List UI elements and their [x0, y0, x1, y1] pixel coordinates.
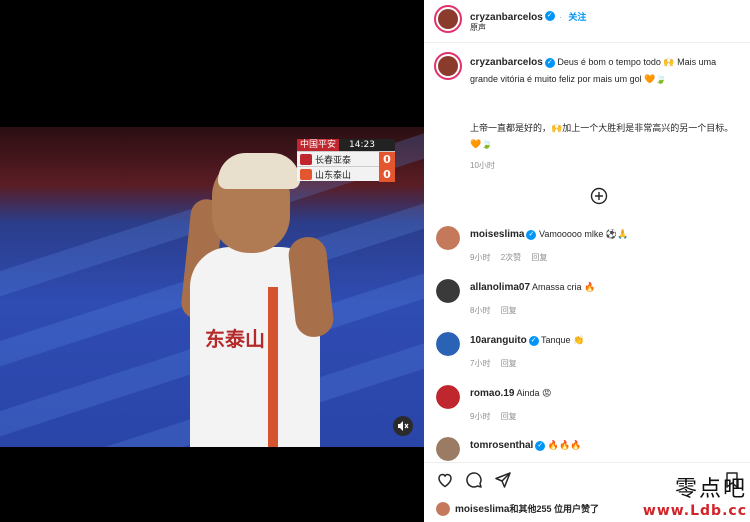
- scoreboard: 中国平安 14:23 长春亚泰 0 山东泰山 0: [297, 139, 395, 182]
- comment-icon: [466, 472, 482, 488]
- comment: 10aranguito ✓ Tanque 👏: [470, 332, 584, 349]
- load-more-comments-button[interactable]: [590, 187, 608, 205]
- liker-username[interactable]: moiseslima: [455, 504, 509, 515]
- team-score: 0: [379, 166, 395, 182]
- team-name: 山东泰山: [315, 170, 352, 181]
- liker-avatar[interactable]: [436, 502, 450, 516]
- comment-text: Amassa cria 🔥: [532, 282, 596, 292]
- mute-button[interactable]: [393, 416, 413, 436]
- divider: [424, 462, 750, 463]
- commenter-avatar[interactable]: [436, 385, 460, 409]
- comment: moiseslima ✓ Vamooooo mlke ⚽🙏: [470, 226, 628, 243]
- heart-icon: [438, 473, 452, 488]
- team-name: 长春亚泰: [315, 155, 352, 166]
- scoreboard-row: 山东泰山 0: [297, 166, 395, 182]
- caption-translation: 上帝一直都是好的，🙌加上一个大胜利是非常高兴的另一个目标。 🧡🍃: [470, 123, 734, 149]
- caption-time: 10小时: [470, 161, 495, 170]
- send-icon: [495, 472, 511, 488]
- reply-button[interactable]: 回复: [501, 306, 517, 315]
- comment-username[interactable]: 10aranguito: [470, 335, 527, 346]
- commenter-avatar[interactable]: [436, 332, 460, 356]
- scoreboard-row: 长春亚泰 0: [297, 151, 395, 167]
- plus-circle-icon: [590, 187, 608, 205]
- team-crest-icon: [300, 153, 312, 165]
- comment-meta: 8小时 回复: [470, 305, 517, 316]
- likes-summary[interactable]: moiseslima和其他255 位用户赞了: [455, 501, 599, 518]
- comment-time: 8小时: [470, 306, 491, 315]
- comment-username[interactable]: romao.19: [470, 388, 514, 399]
- comment-meta: 7小时 回复: [470, 358, 517, 369]
- video-player[interactable]: 东泰山 中国平安 14:23 长春亚泰 0 山东泰山 0: [0, 0, 424, 522]
- comment-username[interactable]: tomrosenthal: [470, 440, 533, 451]
- team-crest-icon: [300, 168, 312, 180]
- reply-button[interactable]: 回复: [501, 359, 517, 368]
- verified-badge-icon: ✓: [544, 10, 555, 21]
- muted-speaker-icon: [398, 421, 409, 431]
- comment: romao.19 Ainda 😡: [470, 385, 551, 402]
- jersey-stripe: [268, 287, 278, 447]
- divider: [424, 42, 750, 43]
- comment-username[interactable]: allanolima07: [470, 282, 530, 293]
- reply-button[interactable]: 回复: [531, 253, 547, 262]
- comment-time: 9小时: [470, 412, 491, 421]
- verified-badge-icon: ✓: [528, 335, 539, 346]
- jersey-sponsor-text: 东泰山: [205, 327, 265, 351]
- likes-count-text: 和其他255 位用户赞了: [509, 504, 600, 514]
- comment-text: Tanque 👏: [541, 335, 585, 345]
- commenter-avatar[interactable]: [436, 437, 460, 461]
- comment-text: Vamooooo mlke ⚽🙏: [539, 229, 629, 239]
- like-button[interactable]: [436, 471, 454, 489]
- comment-button[interactable]: [465, 471, 483, 489]
- watermark-url-text: www.Ldb.cc: [642, 503, 747, 519]
- caption-avatar[interactable]: [434, 52, 462, 80]
- share-button[interactable]: [494, 471, 512, 489]
- comment-time: 9小时: [470, 253, 491, 262]
- verified-badge-icon: ✓: [535, 440, 546, 451]
- caption: cryzanbarcelos ✓ Deus é bom o tempo todo …: [470, 54, 738, 87]
- author-avatar[interactable]: [434, 5, 462, 33]
- verified-badge-icon: ✓: [526, 229, 537, 240]
- watermark-cn-text: 零点吧: [674, 477, 747, 502]
- site-watermark: 零点吧 www.Ldb.cc: [643, 471, 747, 519]
- team-score: 0: [379, 151, 395, 167]
- verified-badge-icon: ✓: [544, 57, 555, 68]
- comment: tomrosenthal ✓ 🔥🔥🔥: [470, 437, 581, 454]
- comment-username[interactable]: moiseslima: [470, 229, 524, 240]
- commenter-avatar[interactable]: [436, 226, 460, 250]
- comment-meta: 9小时 2次赞 回复: [470, 252, 547, 263]
- comment-likes[interactable]: 2次赞: [501, 253, 521, 262]
- follow-button[interactable]: 关注: [568, 12, 586, 22]
- comment-time: 7小时: [470, 359, 491, 368]
- comment-text: Ainda 😡: [516, 388, 552, 398]
- comment-text: 🔥🔥🔥: [547, 440, 582, 450]
- match-clock: 14:23: [349, 140, 375, 150]
- post-side-panel: cryzanbarcelos ✓ · 关注 原声 cryzanbarcelos ✓ …: [424, 0, 750, 522]
- comment-meta: 9小时 回复: [470, 411, 517, 422]
- league-label: 中国平安: [297, 139, 340, 151]
- post-header: cryzanbarcelos ✓ · 关注: [470, 10, 587, 23]
- comment: allanolima07 Amassa cria 🔥: [470, 279, 595, 296]
- audio-label[interactable]: 原声: [470, 22, 486, 33]
- commenter-avatar[interactable]: [436, 279, 460, 303]
- player-hair: [218, 153, 300, 189]
- reply-button[interactable]: 回复: [501, 412, 517, 421]
- caption-username[interactable]: cryzanbarcelos: [470, 57, 543, 68]
